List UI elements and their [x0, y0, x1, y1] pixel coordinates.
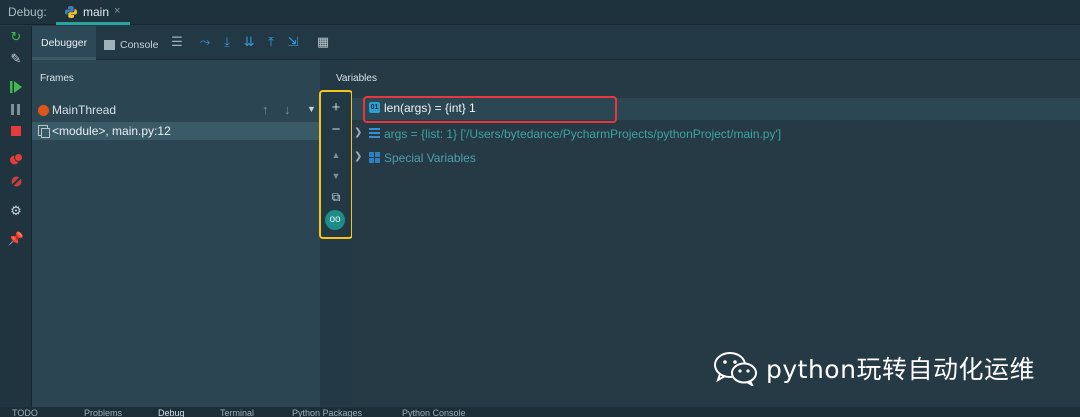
close-tab-icon[interactable]: × — [114, 5, 120, 17]
pin-icon[interactable]: 📌 — [8, 232, 24, 246]
tab-python-console[interactable]: Python Console — [402, 408, 466, 417]
debug-label: Debug: — [8, 5, 47, 19]
thread-status-icon — [38, 105, 49, 116]
gear-icon[interactable]: ⚙ — [9, 204, 23, 218]
frame-label: <module>, main.py:12 — [52, 124, 171, 138]
evaluate-expression-icon[interactable]: ▦ — [316, 35, 330, 49]
frames-title: Frames — [40, 73, 74, 84]
debug-tool-header: Debug: main × — [0, 0, 1080, 25]
wechat-logo-icon — [714, 352, 757, 386]
tab-python-packages[interactable]: Python Packages — [292, 408, 362, 417]
step-over-icon[interactable]: ⤓ — [220, 35, 234, 49]
red-highlight-box — [363, 96, 617, 123]
special-variables-icon — [369, 152, 380, 163]
tab-problems[interactable]: Problems — [84, 408, 122, 417]
expand-chevron-icon[interactable]: ❯ — [354, 127, 362, 138]
list-icon — [369, 128, 380, 139]
frame-icon — [38, 125, 50, 138]
tool-windows-bar: TODO Problems Debug Terminal Python Pack… — [0, 407, 1080, 417]
thread-dropdown-icon[interactable]: ▼ — [307, 104, 316, 114]
step-into-icon[interactable]: ⇊ — [242, 35, 256, 49]
pause-icon[interactable] — [9, 102, 23, 116]
variable-row-special[interactable]: ❯ Special Variables — [352, 148, 1080, 168]
variable-row-args[interactable]: ❯ args = {list: 1} ['/Users/bytedance/Py… — [352, 124, 1080, 144]
next-frame-icon[interactable]: ↓ — [284, 102, 291, 117]
frame-item[interactable]: <module>, main.py:12 — [32, 122, 320, 140]
stop-icon[interactable] — [9, 124, 23, 138]
tab-debugger-label: Debugger — [41, 37, 88, 49]
view-breakpoints-icon[interactable] — [9, 152, 23, 166]
variable-text: args = {list: 1} ['/Users/bytedance/Pych… — [384, 127, 782, 141]
thread-selector[interactable]: MainThread ↑ ↓ ▼ — [32, 100, 320, 122]
tab-debugger[interactable]: Debugger — [32, 26, 96, 60]
rerun-icon[interactable]: ↻ — [9, 30, 23, 44]
mute-breakpoints-icon[interactable] — [9, 174, 23, 188]
tab-todo[interactable]: TODO — [12, 408, 38, 417]
debug-actions-gutter: ↻ ✎ ⚙ 📌 — [0, 26, 32, 407]
run-config-tab-main[interactable]: main × — [56, 0, 130, 25]
step-into-my-code-icon[interactable]: ⤒ — [264, 35, 278, 49]
yellow-highlight-box — [319, 90, 353, 239]
show-execution-point-icon[interactable]: ⤳ — [198, 35, 212, 49]
variables-title: Variables — [336, 73, 377, 84]
expand-chevron-icon[interactable]: ❯ — [354, 151, 362, 162]
thread-name: MainThread — [52, 103, 117, 117]
debugger-toolbar: Debugger Console ☰ ⤳ ⤓ ⇊ ⤒ ⇲ ▦ — [32, 26, 1080, 60]
resume-icon[interactable] — [9, 80, 23, 94]
watermark: python玩转自动化运维 — [712, 348, 1035, 388]
frames-panel: Frames MainThread ↑ ↓ ▼ <module>, main.p… — [32, 60, 320, 407]
tab-console[interactable]: Console — [104, 37, 159, 51]
watermark-text: python玩转自动化运维 — [766, 355, 1035, 384]
python-icon — [65, 6, 77, 18]
previous-frame-icon[interactable]: ↑ — [262, 102, 269, 117]
console-icon — [104, 39, 115, 50]
run-tab-label: main — [83, 5, 110, 19]
variable-text: Special Variables — [384, 151, 476, 165]
settings-wrench-icon[interactable]: ✎ — [9, 52, 23, 66]
tab-terminal[interactable]: Terminal — [220, 408, 254, 417]
layout-menu-icon[interactable]: ☰ — [170, 35, 184, 49]
tab-debug[interactable]: Debug — [158, 408, 185, 417]
step-out-icon[interactable]: ⇲ — [286, 35, 300, 49]
tab-console-label: Console — [120, 38, 159, 51]
